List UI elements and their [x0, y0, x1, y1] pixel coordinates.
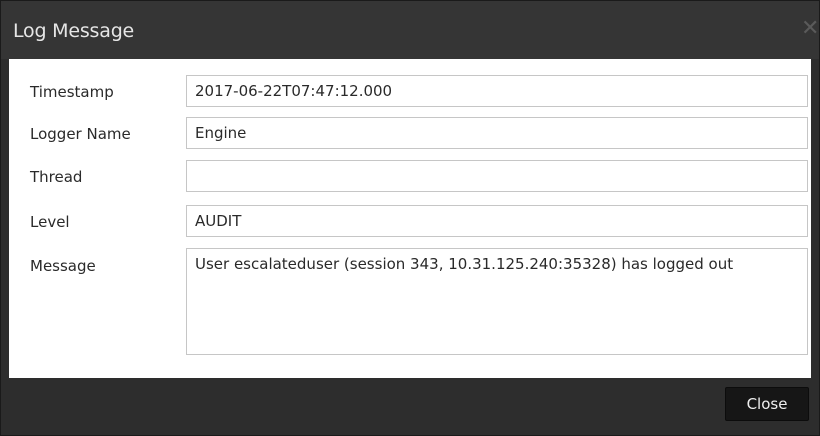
- log-message-dialog: Log Message ✕ Timestamp 2017-06-22T07:47…: [0, 0, 820, 436]
- close-button[interactable]: Close: [725, 387, 809, 421]
- level-field[interactable]: AUDIT: [186, 205, 808, 237]
- thread-field[interactable]: [186, 160, 808, 192]
- level-label: Level: [30, 213, 70, 231]
- logger-name-label: Logger Name: [30, 125, 131, 143]
- close-icon[interactable]: ✕: [801, 18, 819, 40]
- dialog-footer: Close: [1, 378, 819, 435]
- dialog-titlebar: Log Message ✕: [1, 1, 819, 59]
- message-field[interactable]: User escalateduser (session 343, 10.31.1…: [186, 248, 808, 355]
- dialog-title: Log Message: [13, 20, 135, 42]
- timestamp-field[interactable]: 2017-06-22T07:47:12.000: [186, 75, 808, 107]
- thread-label: Thread: [30, 168, 83, 186]
- timestamp-label: Timestamp: [30, 83, 114, 101]
- dialog-body: Timestamp 2017-06-22T07:47:12.000 Logger…: [9, 59, 811, 378]
- message-label: Message: [30, 257, 96, 275]
- logger-name-field[interactable]: Engine: [186, 117, 808, 149]
